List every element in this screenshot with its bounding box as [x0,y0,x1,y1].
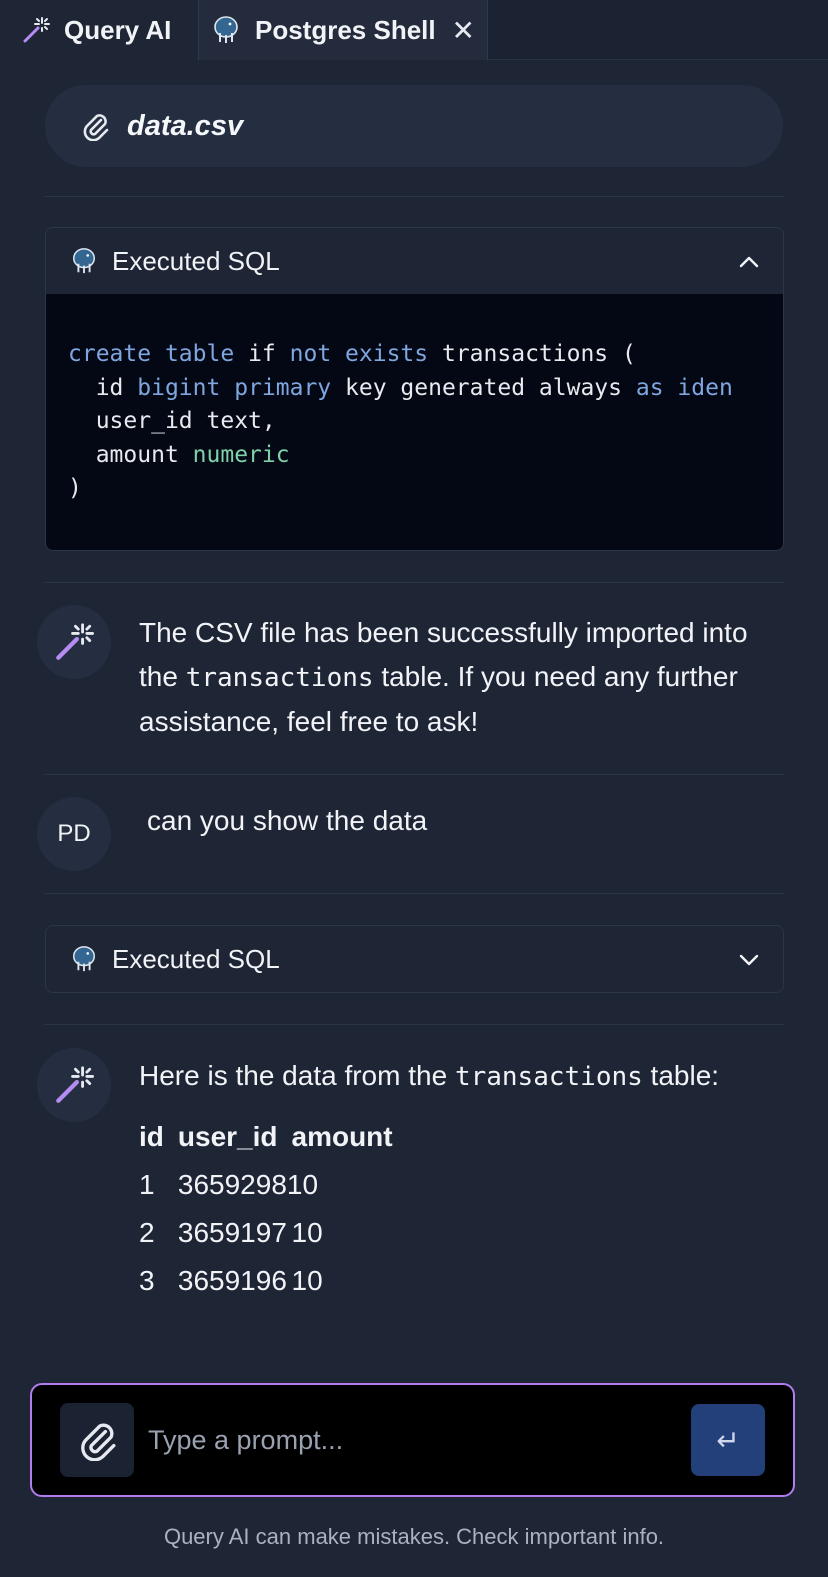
tab-postgres-shell[interactable]: Postgres Shell ✕ [198,0,488,60]
sql-code-block: create table if not exists transactions … [46,294,783,550]
table-cell: 10 [291,1217,323,1248]
chevron-up-icon[interactable] [739,248,759,274]
message-text-part: table: [642,1060,720,1091]
user-avatar: PD [37,797,111,871]
inline-code: transactions [454,1062,643,1092]
disclaimer-text: Query AI can make mistakes. Check import… [163,1524,665,1549]
assistant-avatar [37,605,111,679]
table-cell: 3 [139,1265,155,1296]
assistant-message: Here is the data from the transactions t… [37,1048,797,1305]
table-cell: 10 [291,1265,323,1296]
tab-bar: Query AI Postgres Shell ✕ [0,0,828,60]
tab-label: Query AI [64,14,172,45]
code-line: id bigint primary key generated always a… [95,374,733,401]
attachment-chip[interactable]: data.csv [45,85,783,167]
code-line: ) [68,475,82,501]
message-text: The CSV file has been successfully impor… [139,605,789,744]
tab-label: Postgres Shell [255,14,436,45]
prompt-input[interactable] [148,1424,691,1456]
magic-wand-icon [54,1065,94,1105]
magic-wand-icon [54,622,94,662]
paperclip-icon [81,111,109,141]
executed-sql-card: Executed SQL [45,925,784,993]
postgres-elephant-icon [211,15,241,45]
postgres-elephant-icon [70,247,98,275]
table-cell: 3659196 [177,1265,287,1296]
divider [44,1024,784,1025]
attachment-filename: data.csv [127,109,244,142]
executed-sql-header[interactable]: Executed SQL [46,926,783,992]
table-cell: 3659197 [177,1217,287,1248]
executed-sql-title: Executed SQL [112,245,280,276]
assistant-message: The CSV file has been successfully impor… [37,605,797,744]
chevron-down-icon[interactable] [739,946,759,972]
divider [44,893,784,894]
column-header: id [139,1121,164,1152]
message-text: can you show the data [147,805,428,836]
result-table: id user_id amount 1 365929810 2 3659197 … [139,1117,407,1305]
executed-sql-card: Executed SQL create table if not exists … [45,227,784,551]
table-cell: 1 [139,1169,155,1200]
user-message: PD can you show the data [37,797,797,871]
table-cell: 365929810 [177,1169,319,1200]
send-button[interactable]: ↵ [691,1404,765,1476]
close-icon[interactable]: ✕ [452,14,475,47]
column-header: amount [291,1121,393,1152]
divider [44,196,784,197]
divider [44,774,784,775]
prompt-bar: ↵ [30,1383,795,1497]
postgres-elephant-icon [70,945,98,973]
message-text: Here is the data from the transactions t… [139,1048,739,1305]
column-header: user_id [177,1121,278,1152]
table-row: 2 3659197 10 [139,1209,407,1257]
code-line: user_id text, [95,408,276,434]
magic-wand-icon [22,16,50,44]
executed-sql-title: Executed SQL [112,943,280,974]
code-line: create table if not exists transactions … [68,341,636,367]
tab-query-ai[interactable]: Query AI [0,0,198,60]
table-header-row: id user_id amount [139,1117,407,1161]
message-paragraph: Here is the data from the transactions t… [139,1054,739,1099]
table-row: 1 365929810 [139,1161,407,1209]
assistant-avatar [37,1048,111,1122]
paperclip-icon [77,1419,117,1461]
table-cell: 2 [139,1217,155,1248]
code-line: amount numeric [95,441,290,468]
divider [44,582,784,583]
attach-button[interactable] [60,1403,134,1477]
message-text-part: Here is the data from the [139,1060,455,1091]
table-row: 3 3659196 10 [139,1257,407,1305]
inline-code: transactions [185,663,374,693]
executed-sql-header[interactable]: Executed SQL [46,228,783,294]
